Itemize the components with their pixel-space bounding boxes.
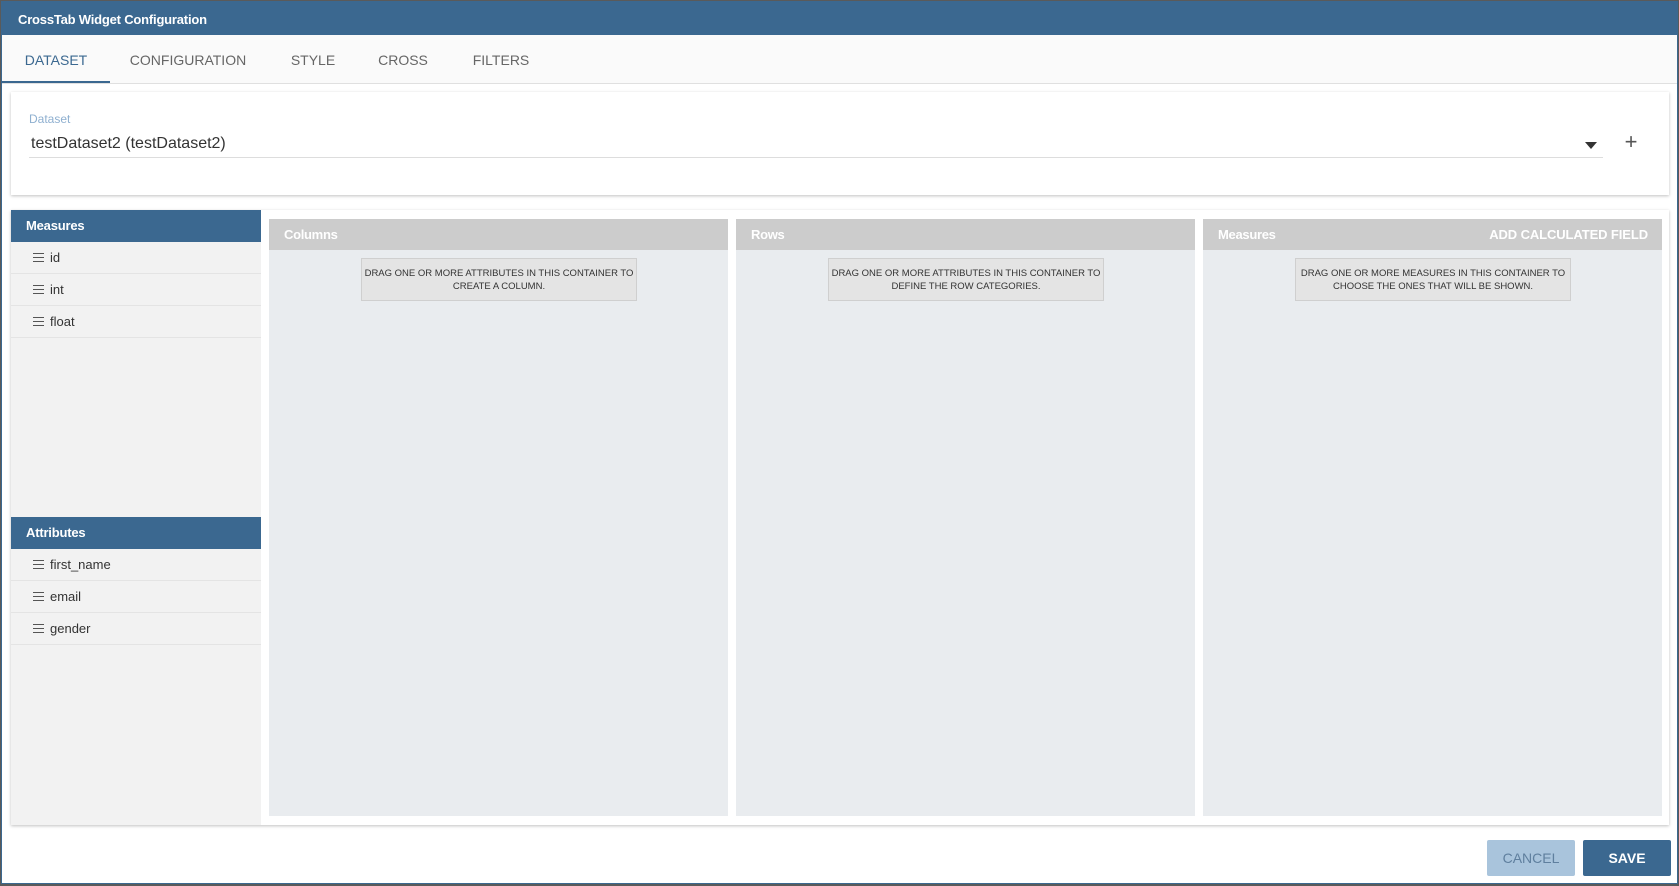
measure-item-label: id (50, 250, 61, 265)
dataset-select[interactable]: testDataset2 (testDataset2) (29, 130, 1603, 158)
drag-handle-icon[interactable] (33, 592, 44, 601)
dataset-card: Dataset testDataset2 (testDataset2) + (11, 92, 1669, 195)
attribute-item-label: first_name (50, 557, 111, 572)
tab-style[interactable]: STYLE (278, 35, 348, 83)
measures-panel-header: Measures ADD CALCULATED FIELD (1203, 219, 1662, 250)
measure-item-label: float (50, 314, 75, 329)
measures-drop-zone[interactable]: Measures ADD CALCULATED FIELD DRAG ONE O… (1203, 219, 1662, 816)
measure-item-int[interactable]: int (11, 274, 261, 306)
rows-panel-title: Rows (736, 219, 1195, 250)
tab-configuration[interactable]: CONFIGURATION (118, 35, 258, 83)
plus-icon[interactable]: + (1621, 131, 1641, 153)
columns-drop-zone[interactable]: Columns DRAG ONE OR MORE ATTRIBUTES IN T… (269, 219, 728, 816)
crosstab-workspace: Measures id int float Attributes first_n… (11, 210, 1669, 825)
drag-handle-icon[interactable] (33, 253, 44, 262)
tab-bar: DATASET CONFIGURATION STYLE CROSS FILTER… (2, 35, 1677, 84)
measure-item-label: int (50, 282, 64, 297)
cancel-button[interactable]: CANCEL (1487, 840, 1575, 876)
dialog-title: CrossTab Widget Configuration (2, 2, 1677, 35)
attribute-item-label: gender (50, 621, 91, 636)
attribute-item-gender[interactable]: gender (11, 613, 261, 645)
tab-dataset[interactable]: DATASET (2, 35, 110, 83)
drag-handle-icon[interactable] (33, 317, 44, 326)
dataset-selected-value: testDataset2 (testDataset2) (31, 135, 226, 152)
save-button[interactable]: SAVE (1583, 840, 1671, 876)
tab-cross[interactable]: CROSS (368, 35, 438, 83)
rows-drop-hint: DRAG ONE OR MORE ATTRIBUTES IN THIS CONT… (828, 258, 1104, 301)
drag-handle-icon[interactable] (33, 560, 44, 569)
measures-header: Measures (11, 210, 261, 242)
drag-handle-icon[interactable] (33, 624, 44, 633)
measures-panel-title: Measures (1218, 227, 1276, 242)
tab-filters[interactable]: FILTERS (458, 35, 544, 83)
measure-item-id[interactable]: id (11, 242, 261, 274)
add-calculated-field-button[interactable]: ADD CALCULATED FIELD (1489, 219, 1648, 250)
attribute-item-email[interactable]: email (11, 581, 261, 613)
caret-down-icon[interactable] (1585, 142, 1597, 149)
dataset-label: Dataset (29, 112, 71, 126)
columns-drop-hint: DRAG ONE OR MORE ATTRIBUTES IN THIS CONT… (361, 258, 637, 301)
rows-drop-zone[interactable]: Rows DRAG ONE OR MORE ATTRIBUTES IN THIS… (736, 219, 1195, 816)
drag-handle-icon[interactable] (33, 285, 44, 294)
measure-item-float[interactable]: float (11, 306, 261, 338)
attribute-item-label: email (50, 589, 82, 604)
fields-sidebar: Measures id int float Attributes first_n… (11, 210, 261, 825)
measures-drop-hint: DRAG ONE OR MORE MEASURES IN THIS CONTAI… (1295, 258, 1571, 301)
crosstab-config-dialog: CrossTab Widget Configuration DATASET CO… (1, 1, 1678, 884)
attribute-item-first-name[interactable]: first_name (11, 549, 261, 581)
attributes-header: Attributes (11, 517, 261, 549)
columns-panel-title: Columns (269, 219, 728, 250)
